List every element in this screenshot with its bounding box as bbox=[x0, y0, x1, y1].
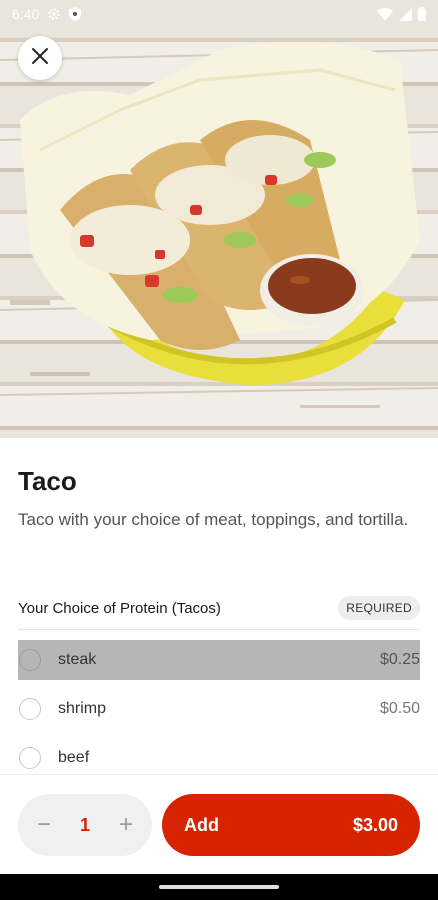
increment-button[interactable]: + bbox=[116, 811, 136, 839]
add-label: Add bbox=[184, 814, 219, 835]
battery-icon bbox=[418, 7, 426, 21]
option-beef[interactable]: beef bbox=[18, 738, 420, 778]
add-price: $3.00 bbox=[352, 814, 398, 835]
item-photo bbox=[0, 0, 438, 438]
close-icon bbox=[31, 47, 49, 70]
option-label: shrimp bbox=[58, 700, 107, 717]
bottom-action-bar: − 1 + Add $3.00 bbox=[0, 774, 438, 874]
quantity-value: 1 bbox=[79, 814, 90, 835]
radio-button[interactable] bbox=[19, 747, 41, 769]
protein-section-header: Your Choice of Protein (Tacos) REQUIRED bbox=[18, 594, 420, 622]
section-title: Your Choice of Protein (Tacos) bbox=[18, 599, 221, 617]
option-price: $0.50 bbox=[379, 700, 420, 717]
option-steak[interactable]: steak $0.25 bbox=[18, 640, 420, 680]
status-bar: 6:40 bbox=[0, 0, 438, 28]
wifi-icon bbox=[377, 7, 393, 21]
shield-icon bbox=[69, 7, 82, 21]
option-label: beef bbox=[58, 749, 90, 766]
gear-icon bbox=[47, 7, 61, 21]
add-to-cart-button[interactable]: Add $3.00 bbox=[162, 794, 420, 856]
decrement-button[interactable]: − bbox=[34, 811, 54, 839]
item-title: Taco bbox=[18, 466, 77, 496]
home-gesture-pill[interactable] bbox=[159, 885, 279, 889]
quantity-stepper: − 1 + bbox=[18, 794, 152, 856]
status-time: 6:40 bbox=[12, 6, 40, 22]
radio-button[interactable] bbox=[19, 698, 41, 720]
option-shrimp[interactable]: shrimp $0.50 bbox=[18, 689, 420, 729]
item-description: Taco with your choice of meat, toppings,… bbox=[18, 510, 409, 529]
required-badge: REQUIRED bbox=[338, 596, 420, 620]
divider bbox=[18, 629, 420, 630]
system-nav-bar bbox=[0, 874, 438, 900]
radio-button[interactable] bbox=[19, 649, 41, 671]
option-price: $0.25 bbox=[379, 651, 420, 668]
signal-icon bbox=[399, 7, 412, 21]
option-label: steak bbox=[58, 651, 97, 668]
close-button[interactable] bbox=[18, 36, 62, 80]
taco-illustration bbox=[0, 42, 438, 408]
